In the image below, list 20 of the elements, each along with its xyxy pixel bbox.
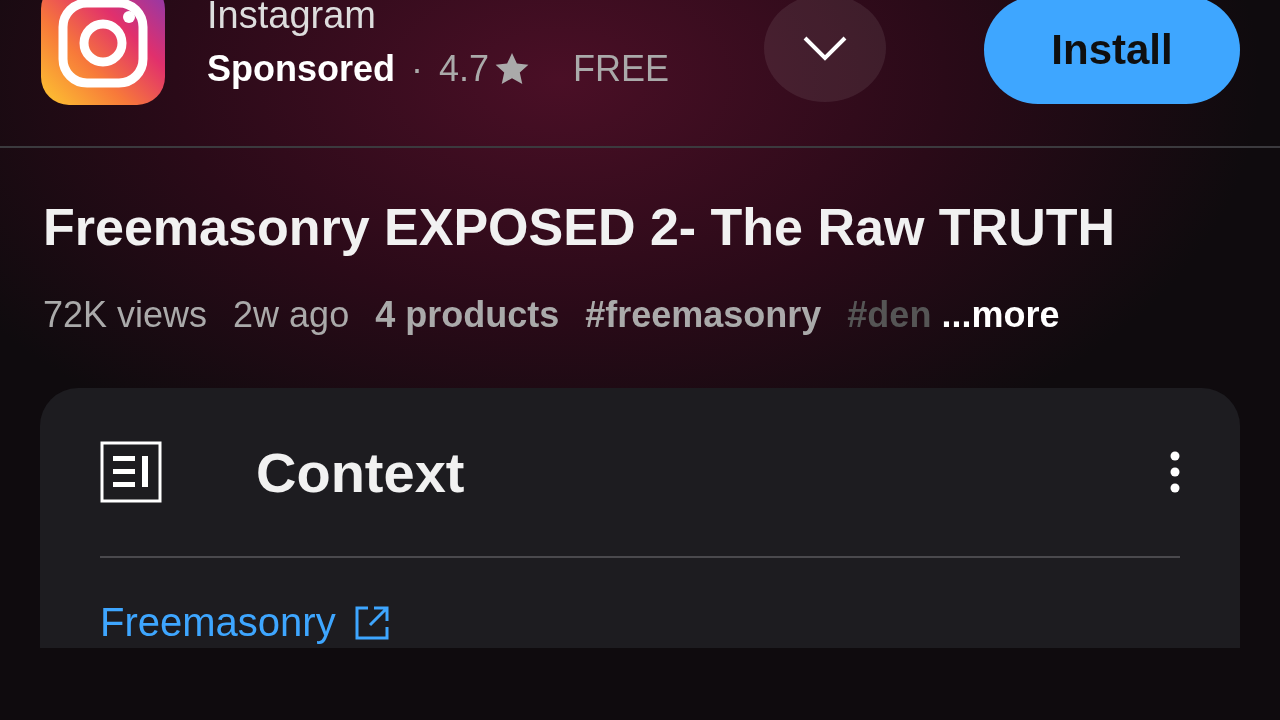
sponsored-label: Sponsored bbox=[207, 48, 395, 90]
more-link[interactable]: ...more bbox=[941, 294, 1060, 336]
card-title: Context bbox=[256, 439, 466, 505]
separator-dot: · bbox=[411, 48, 423, 90]
install-button[interactable]: Install bbox=[984, 0, 1240, 104]
text-document-icon bbox=[100, 441, 162, 503]
video-tag[interactable]: #freemasonry bbox=[585, 294, 822, 336]
price-label: FREE bbox=[573, 48, 670, 90]
app-logo-icon bbox=[41, 0, 165, 105]
video-stat: 2w ago bbox=[233, 294, 350, 336]
more-options-icon[interactable] bbox=[1170, 451, 1180, 493]
context-link[interactable]: Freemasonry bbox=[100, 600, 390, 645]
video-tag[interactable]: 4 products bbox=[375, 294, 560, 336]
video-stat: 72K views bbox=[43, 294, 208, 336]
app-name: Instagram bbox=[207, 0, 377, 38]
video-title: Freemasonry EXPOSED 2- The Raw TRUTH bbox=[43, 197, 1117, 258]
chevron-down-icon bbox=[802, 35, 848, 61]
external-link-icon bbox=[353, 604, 390, 641]
app-rating: 4.7 bbox=[439, 48, 490, 90]
star-icon bbox=[495, 53, 530, 85]
